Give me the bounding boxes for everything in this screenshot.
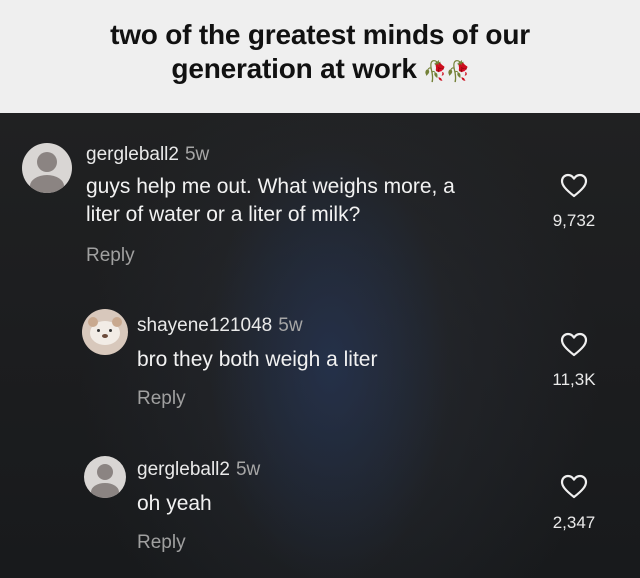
comment-age: 5w [278,315,303,336]
heart-icon[interactable] [560,173,588,199]
bear-avatar-icon[interactable] [82,309,128,355]
wilted-rose-emoji: 🥀🥀 [422,61,471,83]
default-avatar-icon[interactable] [22,143,72,193]
like-count: 2,347 [552,513,596,532]
comment-age: 5w [235,459,261,480]
heart-icon[interactable] [560,332,588,358]
caption-line-2: generation at work [171,53,417,84]
comment-text: guys help me out. What weighs more, a li… [86,175,455,226]
heart-icon[interactable] [560,474,588,500]
comment-age: 5w [184,144,210,165]
comments-panel: gergleball2 5w guys help me out. What wei… [0,113,640,578]
like-count: 9,732 [552,211,596,230]
reply-button[interactable]: Reply [86,245,135,267]
caption-text: two of the greatest minds of our generat… [110,18,530,89]
comment-text: bro they both weigh a liter [137,348,378,371]
like-count: 11,3K [552,370,596,389]
comment-text: oh yeah [137,492,212,515]
comment-username[interactable]: shayene121048 5w [137,315,303,337]
meme-caption: two of the greatest minds of our generat… [0,0,640,113]
default-avatar-icon[interactable] [84,456,126,498]
reply-button[interactable]: Reply [137,532,186,554]
comment-username[interactable]: gergleball2 5w [137,459,260,481]
comment-username[interactable]: gergleball2 5w [86,144,209,166]
caption-line-1: two of the greatest minds of our [110,19,530,50]
reply-button[interactable]: Reply [137,388,186,410]
